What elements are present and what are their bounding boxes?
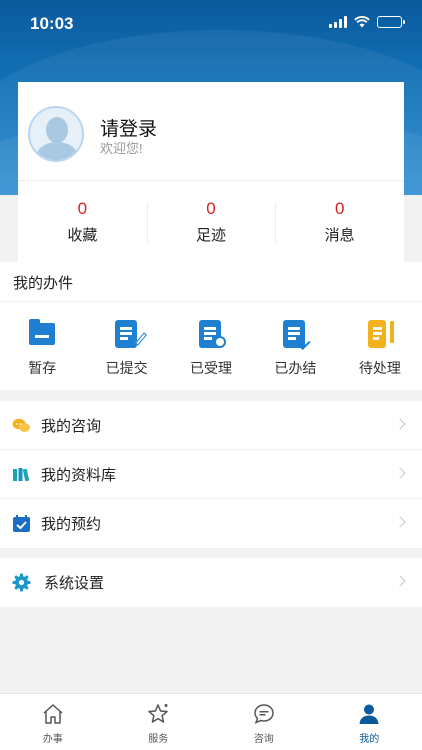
calendar-check-icon (12, 514, 31, 533)
chat-icon (252, 702, 276, 726)
tab-label: 办事 (42, 734, 63, 745)
status-time: 10:03 (30, 14, 74, 33)
menu-label: 系统设置 (44, 575, 105, 592)
signal-icon (329, 16, 347, 28)
tab-label: 我的 (359, 734, 380, 745)
menu-label: 我的资料库 (41, 466, 117, 484)
document-pending-icon (366, 320, 394, 348)
task-pending[interactable]: 待处理 (338, 302, 422, 390)
stat-footprints[interactable]: 0 足迹 (146, 198, 276, 246)
task-draft[interactable]: 暂存 (0, 302, 84, 390)
stat-count: 0 (206, 199, 216, 218)
tab-services[interactable]: 服务 (106, 694, 212, 750)
chat-bubbles-icon (12, 416, 31, 435)
stat-favorites[interactable]: 0 收藏 (18, 198, 147, 246)
chevron-right-icon (394, 575, 406, 587)
tab-consult[interactable]: 咨询 (211, 694, 317, 750)
folder-icon (28, 319, 56, 348)
task-label: 暂存 (28, 360, 57, 376)
menu-item-appointment[interactable]: 我的预约 (0, 499, 422, 548)
library-icon (12, 465, 31, 484)
status-bar: 10:03 (0, 0, 422, 50)
user-icon (357, 702, 381, 726)
menu-list: 我的咨询 我的资料库 我的预约 (0, 401, 422, 548)
my-tasks-grid: 暂存 已提交 已受理 已办结 待处理 (0, 302, 422, 390)
my-tasks-header: 我的办件 (0, 262, 422, 302)
stat-count: 0 (334, 199, 345, 218)
document-check-icon (281, 320, 311, 351)
tab-mine[interactable]: 我的 (317, 694, 422, 750)
stat-label: 消息 (324, 227, 355, 244)
stats-row: 0 收藏 0 足迹 0 消息 (18, 198, 404, 246)
task-label: 已办结 (274, 360, 317, 376)
chevron-right-icon (394, 467, 406, 479)
task-accepted[interactable]: 已受理 (169, 302, 253, 390)
task-label: 已提交 (105, 360, 148, 376)
status-icons (329, 16, 405, 28)
task-submitted[interactable]: 已提交 (84, 302, 168, 390)
stat-label: 足迹 (196, 227, 227, 244)
menu-item-library[interactable]: 我的资料库 (0, 450, 422, 499)
gear-icon (12, 573, 31, 592)
home-icon (41, 702, 65, 726)
chevron-right-icon (394, 418, 406, 430)
battery-icon (377, 16, 405, 28)
menu-item-settings[interactable]: 系统设置 (0, 558, 422, 607)
stat-count: 0 (77, 199, 88, 218)
tab-label: 咨询 (253, 734, 274, 745)
stat-messages[interactable]: 0 消息 (275, 198, 404, 246)
task-label: 待处理 (358, 360, 401, 376)
menu-label: 我的咨询 (41, 417, 102, 435)
tab-bar: 办事 服务 咨询 我的 (0, 693, 422, 750)
star-icon (146, 702, 170, 726)
profile-card: 请登录 欢迎您! 0 收藏 0 足迹 0 消息 (18, 82, 404, 262)
tab-label: 服务 (148, 734, 169, 745)
divider (18, 180, 404, 181)
menu-item-consultation[interactable]: 我的咨询 (0, 401, 422, 450)
task-completed[interactable]: 已办结 (253, 302, 337, 390)
welcome-text: 欢迎您! (100, 141, 143, 156)
task-label: 已受理 (190, 360, 233, 376)
avatar[interactable] (28, 106, 84, 162)
login-title[interactable]: 请登录 (100, 114, 157, 141)
tab-affairs[interactable]: 办事 (0, 694, 106, 750)
stat-label: 收藏 (67, 227, 98, 244)
document-edit-icon (113, 320, 147, 348)
menu-label: 我的预约 (41, 516, 102, 533)
document-clock-icon (197, 320, 227, 348)
chevron-right-icon (394, 516, 406, 528)
wifi-icon (354, 16, 370, 28)
